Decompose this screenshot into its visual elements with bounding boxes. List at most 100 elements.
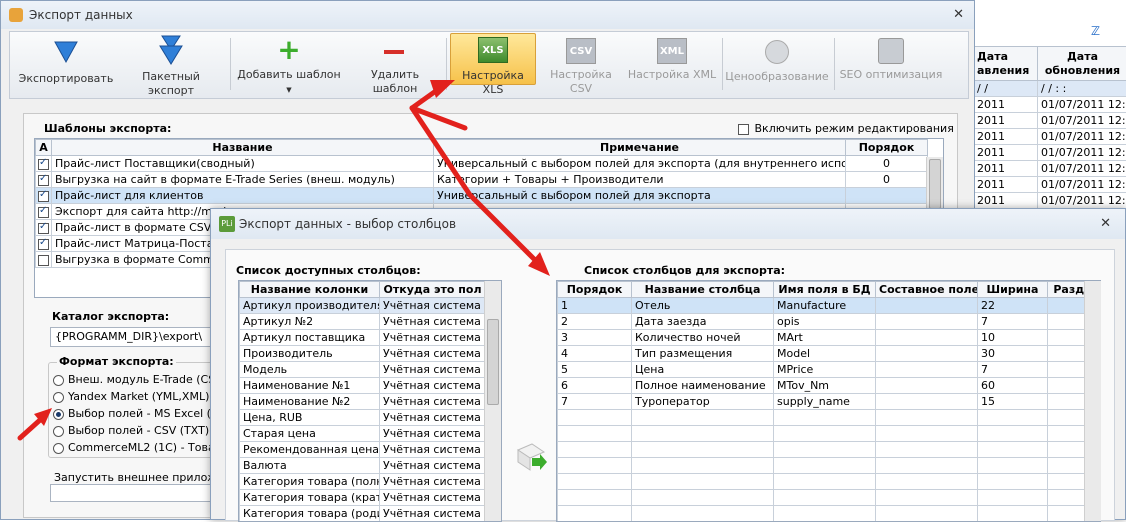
export-row[interactable] <box>558 458 1098 474</box>
export-row[interactable] <box>558 442 1098 458</box>
add-template-button[interactable]: + Добавить шаблон ▼ <box>234 38 344 97</box>
format-option[interactable]: Выбор полей - CSV (TXT) <box>53 424 233 441</box>
format-option[interactable]: Выбор полей - MS Excel (XLS <box>53 407 233 424</box>
bg-filter-1[interactable]: / / <box>974 81 1038 97</box>
bg-row[interactable]: 201101/07/2011 12:56 <box>974 161 1126 177</box>
bg-row[interactable]: 201101/07/2011 12:56 <box>974 129 1126 145</box>
template-checkbox[interactable] <box>38 159 49 170</box>
export-row[interactable]: 5ЦенаMPrice7 <box>558 362 1098 378</box>
format-radio[interactable] <box>53 392 64 403</box>
template-check-cell <box>36 252 52 268</box>
col-a[interactable]: А <box>36 140 52 156</box>
edit-mode-checkbox[interactable] <box>738 124 749 135</box>
export-row[interactable] <box>558 474 1098 490</box>
export-row[interactable]: 4Тип размещенияModel30 <box>558 346 1098 362</box>
available-source: Учётная система <box>380 298 486 314</box>
available-row[interactable]: Артикул поставщикаУчётная система <box>240 330 486 346</box>
available-row[interactable]: Рекомендованная ценаУчётная система <box>240 442 486 458</box>
export-row[interactable]: 6Полное наименованиеMTov_Nm60 <box>558 378 1098 394</box>
available-scrollbar[interactable] <box>484 281 501 521</box>
available-scroll-thumb[interactable] <box>487 319 499 405</box>
available-row[interactable]: Наименование №2Учётная система <box>240 394 486 410</box>
export-composite <box>876 298 978 314</box>
xml-settings-button[interactable]: XML Настройка XML <box>626 38 718 82</box>
available-row[interactable]: Категория товара (полная)Учётная система <box>240 474 486 490</box>
template-checkbox[interactable] <box>38 191 49 202</box>
template-checkbox[interactable] <box>38 207 49 218</box>
template-checkbox[interactable] <box>38 223 49 234</box>
template-row[interactable]: Выгрузка на сайт в формате E-Trade Serie… <box>36 172 928 188</box>
bg-row[interactable]: 201101/07/2011 12:56 <box>974 97 1126 113</box>
export-row[interactable] <box>558 410 1098 426</box>
format-option[interactable]: Yandex Market (YML,XML) <box>53 390 233 407</box>
col-note[interactable]: Примечание <box>434 140 846 156</box>
available-col-source[interactable]: Откуда это пол <box>380 282 486 298</box>
format-option[interactable]: Внеш. модуль E-Trade (CSV) <box>53 373 233 390</box>
available-row[interactable]: ПроизводительУчётная система <box>240 346 486 362</box>
pricing-button[interactable]: Ценообразование <box>724 38 830 84</box>
edit-mode-toggle[interactable]: Включить режим редактирования <box>738 122 954 135</box>
template-row[interactable]: Прайс-лист для клиентовУниверсальный с в… <box>36 188 928 204</box>
available-row[interactable]: МодельУчётная система <box>240 362 486 378</box>
available-row[interactable]: Старая ценаУчётная система <box>240 426 486 442</box>
bg-row[interactable]: 201101/07/2011 12:56 <box>974 113 1126 129</box>
available-row[interactable]: Артикул производителяУчётная система <box>240 298 486 314</box>
export-row[interactable] <box>558 506 1098 522</box>
export-button[interactable]: Экспортировать <box>16 38 116 86</box>
available-row[interactable]: Категория товара (краткаУчётная система <box>240 490 486 506</box>
available-row[interactable]: ВалютаУчётная система <box>240 458 486 474</box>
export-title-cell <box>632 490 774 506</box>
export-col-order[interactable]: Порядок <box>558 282 632 298</box>
available-col-name[interactable]: Название колонки <box>240 282 380 298</box>
export-scrollbar[interactable] <box>1084 281 1101 521</box>
format-radio[interactable] <box>53 375 64 386</box>
batch-export-button[interactable]: Пакетный экспорт <box>118 34 224 98</box>
format-radio[interactable] <box>53 426 64 437</box>
col-name[interactable]: Название <box>52 140 434 156</box>
export-order: 1 <box>558 298 632 314</box>
export-row[interactable]: 3Количество ночейMArt10 <box>558 330 1098 346</box>
delete-template-button[interactable]: Удалить шаблон <box>348 38 442 96</box>
catalog-input[interactable]: {PROGRAMM_DIR}\export\ <box>50 327 230 347</box>
bg-row[interactable]: 201101/07/2011 12:56 <box>974 145 1126 161</box>
col-order[interactable]: Порядок <box>846 140 928 156</box>
export-col-dbfield[interactable]: Имя поля в БД <box>774 282 876 298</box>
batch-export-label: Пакетный экспорт <box>118 70 224 98</box>
bg-row[interactable]: 201101/07/2011 12:56 <box>974 177 1126 193</box>
xls-settings-button[interactable]: XLS Настройка XLS <box>450 33 536 85</box>
csv-settings-button[interactable]: CSV Настройка CSV <box>538 38 624 96</box>
export-col-composite[interactable]: Составное поле <box>876 282 978 298</box>
available-source: Учётная система <box>380 346 486 362</box>
available-source: Учётная система <box>380 410 486 426</box>
move-right-button[interactable] <box>514 442 548 474</box>
export-width: 7 <box>978 362 1048 378</box>
export-row[interactable] <box>558 490 1098 506</box>
dialog-body: Список доступных столбцов: Название коло… <box>225 249 1115 521</box>
export-row[interactable]: 1ОтельManufacture22 <box>558 298 1098 314</box>
format-radio[interactable] <box>53 443 64 454</box>
bg-filter-2[interactable]: / / : : <box>1038 81 1126 97</box>
close-icon[interactable]: ✕ <box>953 1 964 29</box>
available-row[interactable]: Категория товара (родитеУчётная система <box>240 506 486 522</box>
format-option[interactable]: CommerceML2 (1C) - Товары <box>53 441 233 458</box>
dialog-close-icon[interactable]: ✕ <box>1100 209 1111 239</box>
format-radio[interactable] <box>53 409 64 420</box>
available-row[interactable]: Наименование №1Учётная система <box>240 378 486 394</box>
template-checkbox[interactable] <box>38 255 49 266</box>
template-checkbox[interactable] <box>38 175 49 186</box>
export-col-width[interactable]: Ширина <box>978 282 1048 298</box>
available-row[interactable]: Артикул №2Учётная система <box>240 314 486 330</box>
export-row[interactable]: 7Туроператорsupply_name15 <box>558 394 1098 410</box>
export-row[interactable] <box>558 426 1098 442</box>
export-row[interactable]: 2Дата заездаopis7 <box>558 314 1098 330</box>
seo-button[interactable]: SEO оптимизация <box>838 38 944 82</box>
template-row[interactable]: Прайс-лист Поставщики(сводный)Универсаль… <box>36 156 928 172</box>
bg-row[interactable]: 201101/07/2011 12:56 <box>974 193 1126 209</box>
templates-scroll-thumb[interactable] <box>929 159 941 209</box>
xml-settings-label: Настройка XML <box>626 68 718 82</box>
template-checkbox[interactable] <box>38 239 49 250</box>
bg-h1a: Дата <box>977 50 1034 64</box>
export-col-title[interactable]: Название столбца <box>632 282 774 298</box>
available-row[interactable]: Цена, RUBУчётная система <box>240 410 486 426</box>
run-external-input[interactable] <box>50 484 230 502</box>
